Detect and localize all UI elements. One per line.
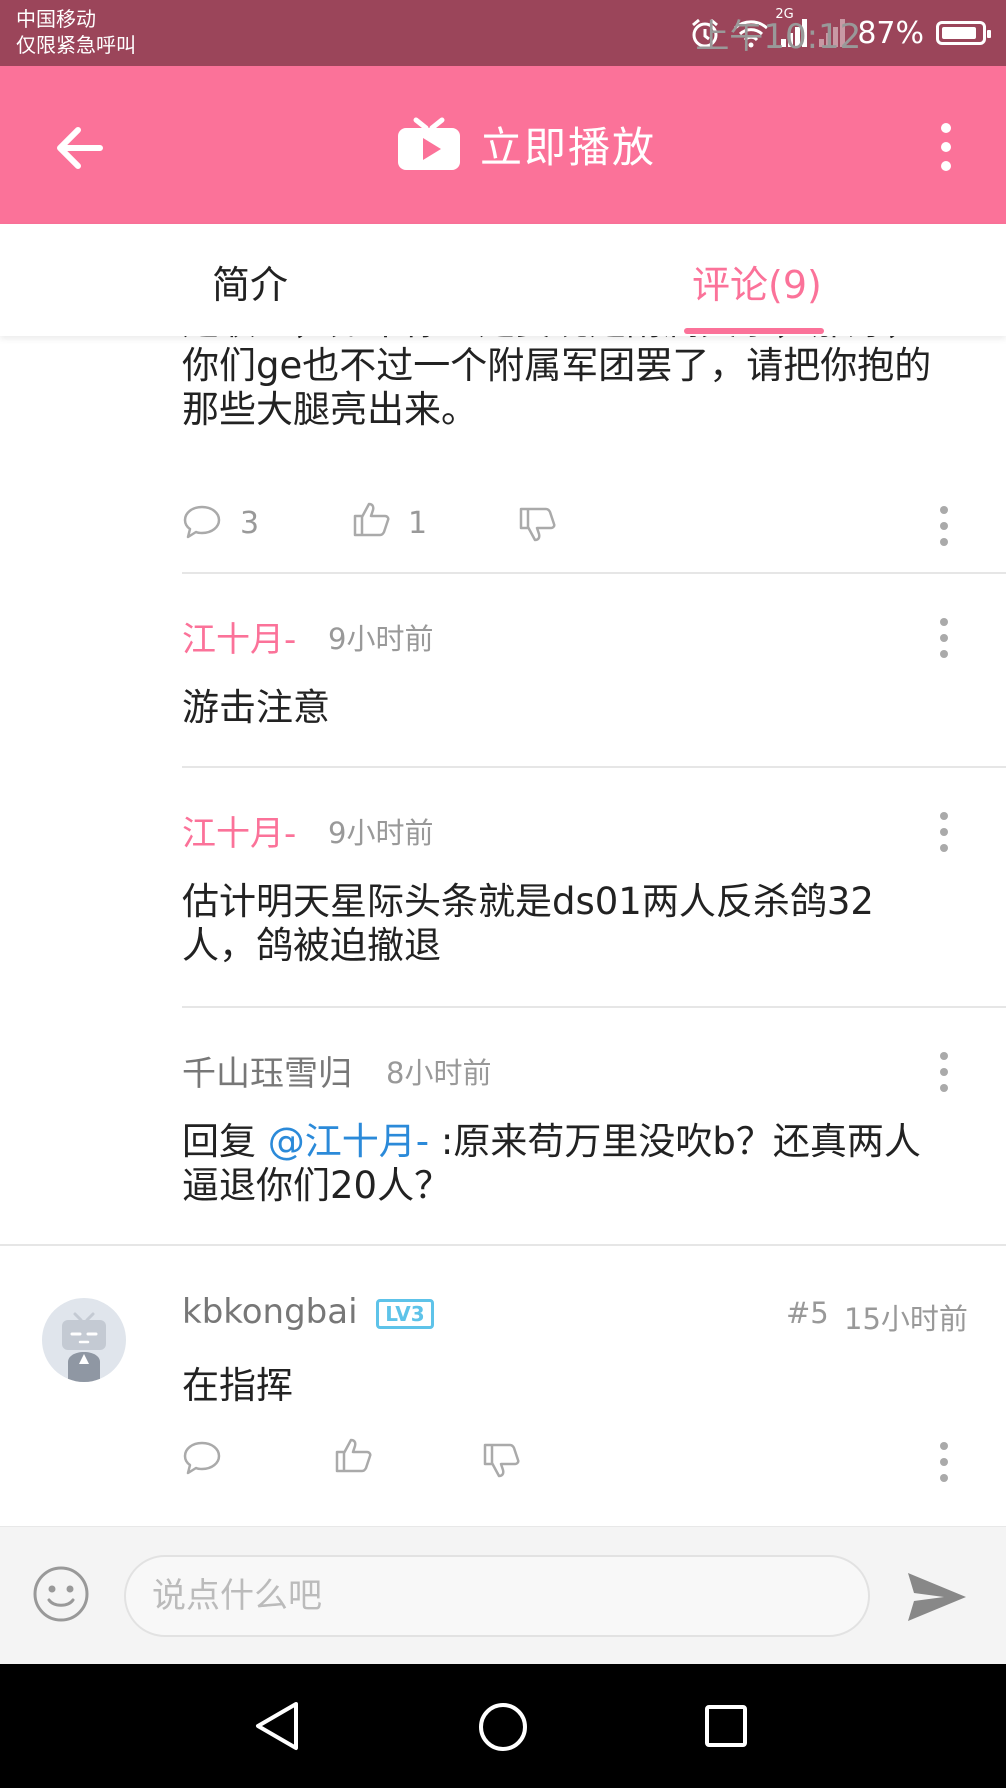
reply-icon[interactable] [182, 1440, 222, 1476]
system-nav-bar [0, 1664, 1006, 1788]
carrier-info: 中国移动 仅限紧急呼叫 [16, 6, 136, 58]
comment-text: 回复 @江十月- :原来苟万里没吹b？还真两人 逼退你们20人？ [182, 1120, 982, 1208]
comment-time: 8小时前 [386, 1056, 492, 1090]
comment-more-icon[interactable] [940, 618, 948, 658]
comment-text: 估计明天星际头条就是ds01两人反杀鸽32 人，鸽被迫撤退 [182, 880, 982, 968]
comment-more-icon[interactable] [940, 1442, 948, 1482]
carrier-name: 中国移动 [16, 7, 96, 31]
comment-author[interactable]: 江十月- [182, 806, 296, 855]
clock: 上午10:12 [695, 16, 862, 57]
comment-author[interactable]: 千山珏雪归 [182, 1046, 352, 1095]
mention-link[interactable]: @江十月- [268, 1120, 429, 1163]
dislike-icon[interactable] [518, 506, 558, 544]
floor-number: #5 [786, 1296, 829, 1330]
reply-prefix: 回复 [182, 1120, 268, 1163]
comment-list[interactable]: 是联盟，如果你一定要说是附属关系，那好， 你们ge也不过一个附属军团罢了，请把你… [0, 336, 1006, 1526]
comment-text-part: :原来苟万里没吹b？还真两人 [429, 1120, 921, 1163]
nav-recent-apps-icon[interactable] [704, 1704, 748, 1748]
reply-icon[interactable] [182, 504, 222, 540]
divider [182, 1006, 1006, 1008]
reply-count: 3 [240, 506, 260, 541]
tv-play-icon [398, 117, 460, 170]
comment-text-line: 回复 @江十月- :原来苟万里没吹b？还真两人 [182, 1120, 982, 1164]
comment-time: 9小时前 [328, 622, 434, 656]
comment-text-line: 人，鸽被迫撤退 [182, 924, 441, 967]
comment-text-line: 估计明天星际头条就是ds01两人反杀鸽32 [182, 880, 874, 923]
comment-text-line: 是联盟，如果你一定要说是附属关系，那好， [182, 336, 982, 344]
input-placeholder: 说点什么吧 [152, 1576, 322, 1616]
comment-more-icon[interactable] [940, 506, 948, 546]
comment-input[interactable]: 说点什么吧 [124, 1555, 870, 1637]
battery-icon [936, 21, 991, 45]
avatar[interactable] [42, 1298, 126, 1382]
like-icon[interactable] [334, 1436, 374, 1474]
tv-mascot-icon [62, 1312, 106, 1382]
like-count: 1 [408, 506, 428, 541]
nav-home-icon[interactable] [478, 1702, 528, 1752]
comment-more-icon[interactable] [940, 1052, 948, 1092]
battery-percent: 87% [857, 15, 924, 51]
emoji-icon[interactable] [32, 1565, 90, 1623]
like-icon[interactable] [352, 500, 392, 538]
level-badge: LV3 [376, 1299, 434, 1329]
comment-text: 在指挥 [182, 1364, 293, 1407]
top-toolbar: 立即播放 [0, 66, 1006, 224]
divider [0, 1244, 1006, 1246]
comment-more-icon[interactable] [940, 812, 948, 852]
comment-time: 9小时前 [328, 816, 434, 850]
comment-text: 是联盟，如果你一定要说是附属关系，那好， 你们ge也不过一个附属军团罢了，请把你… [182, 336, 982, 432]
status-bar: 中国移动 仅限紧急呼叫 2G 87% 上午10:12 [0, 0, 1006, 66]
comment-text-line: 逼退你们20人？ [182, 1164, 452, 1207]
tab-comments[interactable]: 评论(9) [692, 254, 822, 309]
comment-text: 游击注意 [182, 686, 330, 729]
divider [182, 572, 1006, 574]
tab-active-indicator [684, 328, 824, 334]
dislike-icon[interactable] [482, 1442, 522, 1480]
comment-text-line: 那些大腿亮出来。 [182, 388, 478, 431]
back-arrow-icon[interactable] [50, 118, 110, 178]
comment-author[interactable]: kbkongbai [182, 1292, 358, 1332]
status-icons: 2G 87% 上午10:12 [689, 7, 991, 57]
toolbar-title: 立即播放 [480, 123, 657, 172]
comment-text-line: 你们ge也不过一个附属军团罢了，请把你抱的 [182, 344, 932, 387]
comment-input-bar: 说点什么吧 [0, 1526, 1006, 1665]
play-now-button[interactable]: 立即播放 [396, 114, 656, 175]
tab-bar: 简介 评论(9) [0, 224, 1006, 336]
comment-author[interactable]: 江十月- [182, 612, 296, 661]
more-vertical-icon[interactable] [934, 122, 958, 172]
carrier-status: 仅限紧急呼叫 [16, 33, 136, 57]
comment-time: 15小时前 [844, 1302, 968, 1336]
tab-intro[interactable]: 简介 [212, 254, 288, 309]
send-icon[interactable] [906, 1569, 968, 1625]
divider [182, 766, 1006, 768]
nav-back-icon[interactable] [252, 1700, 302, 1752]
